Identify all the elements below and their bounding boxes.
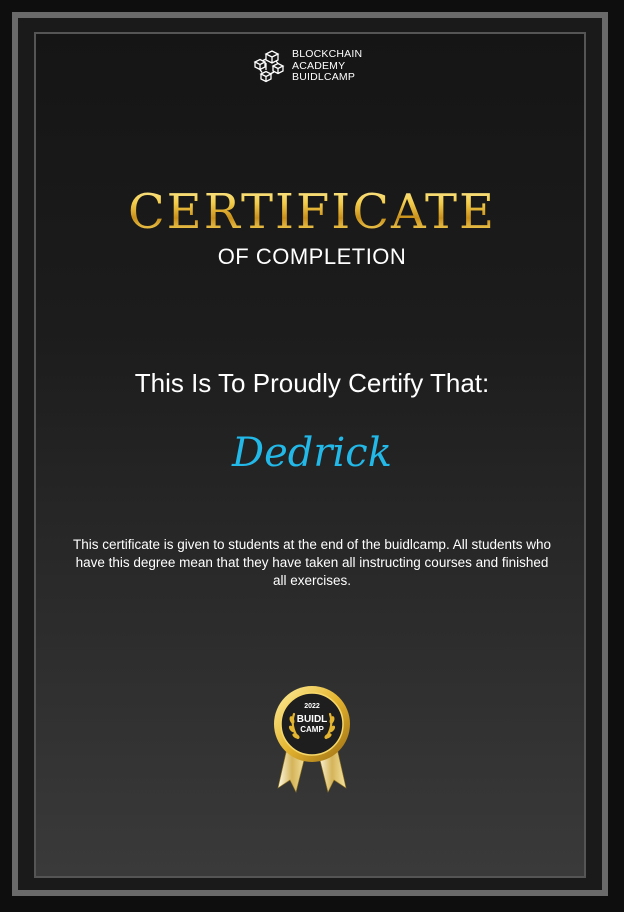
certificate-subtitle: OF COMPLETION: [217, 244, 407, 269]
logo-line-buidlcamp: BUIDLCAMP: [292, 71, 356, 83]
certificate-description: This certificate is given to students at…: [72, 537, 552, 588]
certify-line: This Is To Proudly Certify That:: [134, 368, 490, 398]
certificate-title: CERTIFICATE: [0, 182, 624, 242]
certificate-page: BLOCKCHAIN ACADEMY BUIDLCAMP CERTIFICATE…: [0, 0, 624, 912]
logo-line-blockchain: BLOCKCHAIN: [292, 48, 363, 60]
badge-line-1: BUIDL: [297, 714, 328, 725]
academy-logo: BLOCKCHAIN ACADEMY BUIDLCAMP: [252, 46, 382, 86]
badge-line-2: CAMP: [300, 725, 324, 734]
award-rosette-icon: 2022 BUIDL CAMP: [274, 686, 350, 793]
logo-text: BLOCKCHAIN ACADEMY BUIDLCAMP: [292, 48, 363, 84]
blockchain-cubes-icon: [253, 50, 285, 83]
badge-year: 2022: [304, 703, 320, 710]
recipient-name: Dedrick: [232, 430, 392, 476]
